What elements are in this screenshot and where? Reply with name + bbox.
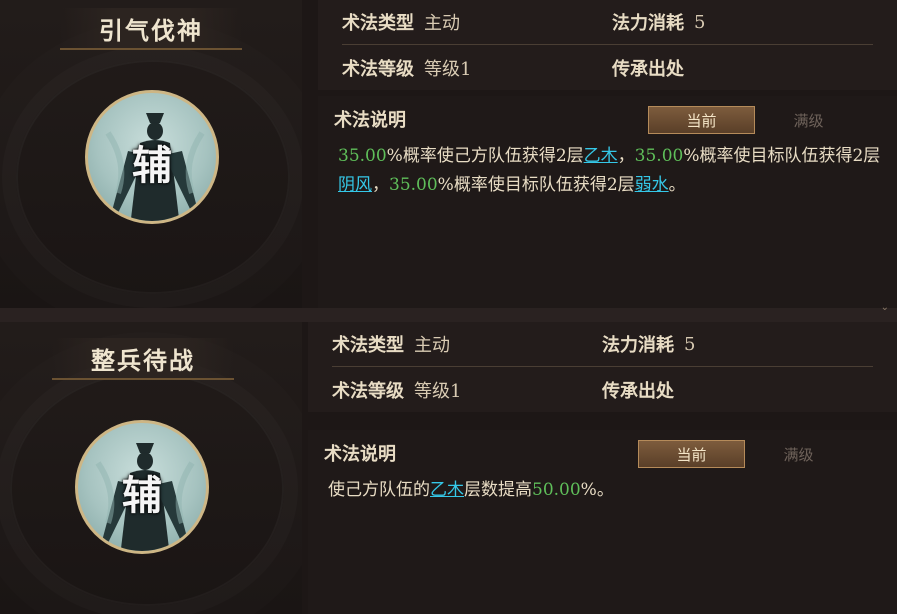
keyword-link[interactable]: 乙木 xyxy=(584,146,618,166)
source-label: 传承出处 xyxy=(602,381,674,402)
cost-value: 5 xyxy=(694,11,706,33)
card-divider xyxy=(0,308,897,322)
tab-current[interactable]: 当前 xyxy=(648,106,755,134)
level-tabs: 当前 满级 xyxy=(638,440,853,468)
description-text: 使己方队伍的乙木层数提高50.00%。 xyxy=(328,476,885,505)
description-fragment: 层数提高 xyxy=(464,480,532,500)
skill-card-1: 引气伐神 辅 术法类型 主动 法力消耗 5 术法等级 等级1 传承出处 术法说明… xyxy=(0,0,897,308)
source-label: 传承出处 xyxy=(612,59,684,80)
keyword-link[interactable]: 乙木 xyxy=(430,480,464,500)
description-fragment: %概率使目标队伍获得2层 xyxy=(437,175,635,195)
cost-label: 法力消耗 xyxy=(612,13,684,34)
keyword-link[interactable]: 弱水 xyxy=(635,175,669,195)
type-value: 主动 xyxy=(424,13,460,34)
description-text: 35.00%概率使己方队伍获得2层乙木，35.00%概率使目标队伍获得2层阴风，… xyxy=(338,142,885,200)
general-avatar[interactable]: 辅 xyxy=(85,90,219,224)
cost-value: 5 xyxy=(684,333,696,355)
description-fragment: %。 xyxy=(580,480,614,500)
description-fragment: ， xyxy=(372,175,389,195)
percent-value: 35.00 xyxy=(634,146,684,166)
percent-value: 35.00 xyxy=(389,175,438,195)
type-label: 术法类型 xyxy=(332,335,404,356)
description-heading: 术法说明 xyxy=(334,110,406,131)
level-tabs: 当前 满级 xyxy=(648,106,863,134)
skill-portrait-panel: 整兵待战 辅 xyxy=(0,322,302,614)
tab-max-level[interactable]: 满级 xyxy=(755,106,862,134)
role-badge: 辅 xyxy=(122,472,162,519)
skill-detail-panel: 术法类型 主动 法力消耗 5 术法等级 等级1 传承出处 术法说明 当前 满级 xyxy=(318,0,897,308)
cost-label: 法力消耗 xyxy=(602,335,674,356)
level-label: 术法等级 xyxy=(332,381,404,402)
level-value: 等级1 xyxy=(414,381,462,402)
skill-card-2: 整兵待战 辅 术法类型 主动 法力消耗 5 术法等级 等级1 传承出处 术法说明… xyxy=(0,322,897,614)
keyword-link[interactable]: 阴风 xyxy=(338,175,372,195)
description-fragment: %概率使目标队伍获得2层 xyxy=(683,146,881,166)
description-fragment: 。 xyxy=(668,175,686,195)
description-fragment: ， xyxy=(617,146,635,166)
skill-name: 引气伐神 xyxy=(60,8,242,50)
skill-description: 术法说明 当前 满级 35.00%概率使己方队伍获得2层乙木，35.00%概率使… xyxy=(318,96,897,308)
level-value: 等级1 xyxy=(424,59,472,80)
type-value: 主动 xyxy=(414,335,450,356)
description-fragment: %概率使己方队伍获得2层 xyxy=(386,146,584,166)
chevron-down-icon: ⌄ xyxy=(880,302,889,313)
skill-name: 整兵待战 xyxy=(52,338,234,380)
tab-max-level[interactable]: 满级 xyxy=(745,440,852,468)
tab-current[interactable]: 当前 xyxy=(638,440,745,468)
skill-portrait-panel: 引气伐神 辅 xyxy=(0,0,302,308)
skill-info: 术法类型 主动 法力消耗 5 术法等级 等级1 传承出处 xyxy=(318,0,897,90)
level-label: 术法等级 xyxy=(342,59,414,80)
type-label: 术法类型 xyxy=(342,13,414,34)
skill-info: 术法类型 主动 法力消耗 5 术法等级 等级1 传承出处 xyxy=(308,322,897,412)
role-badge: 辅 xyxy=(132,142,172,189)
percent-value: 35.00 xyxy=(338,146,387,166)
description-fragment: 使己方队伍的 xyxy=(328,480,430,500)
description-heading: 术法说明 xyxy=(324,444,396,465)
general-avatar[interactable]: 辅 xyxy=(75,420,209,554)
skill-description: 术法说明 当前 满级 使己方队伍的乙木层数提高50.00%。 xyxy=(308,430,897,614)
percent-value: 50.00 xyxy=(532,480,581,500)
skill-detail-panel: 术法类型 主动 法力消耗 5 术法等级 等级1 传承出处 术法说明 当前 满级 xyxy=(308,322,897,614)
